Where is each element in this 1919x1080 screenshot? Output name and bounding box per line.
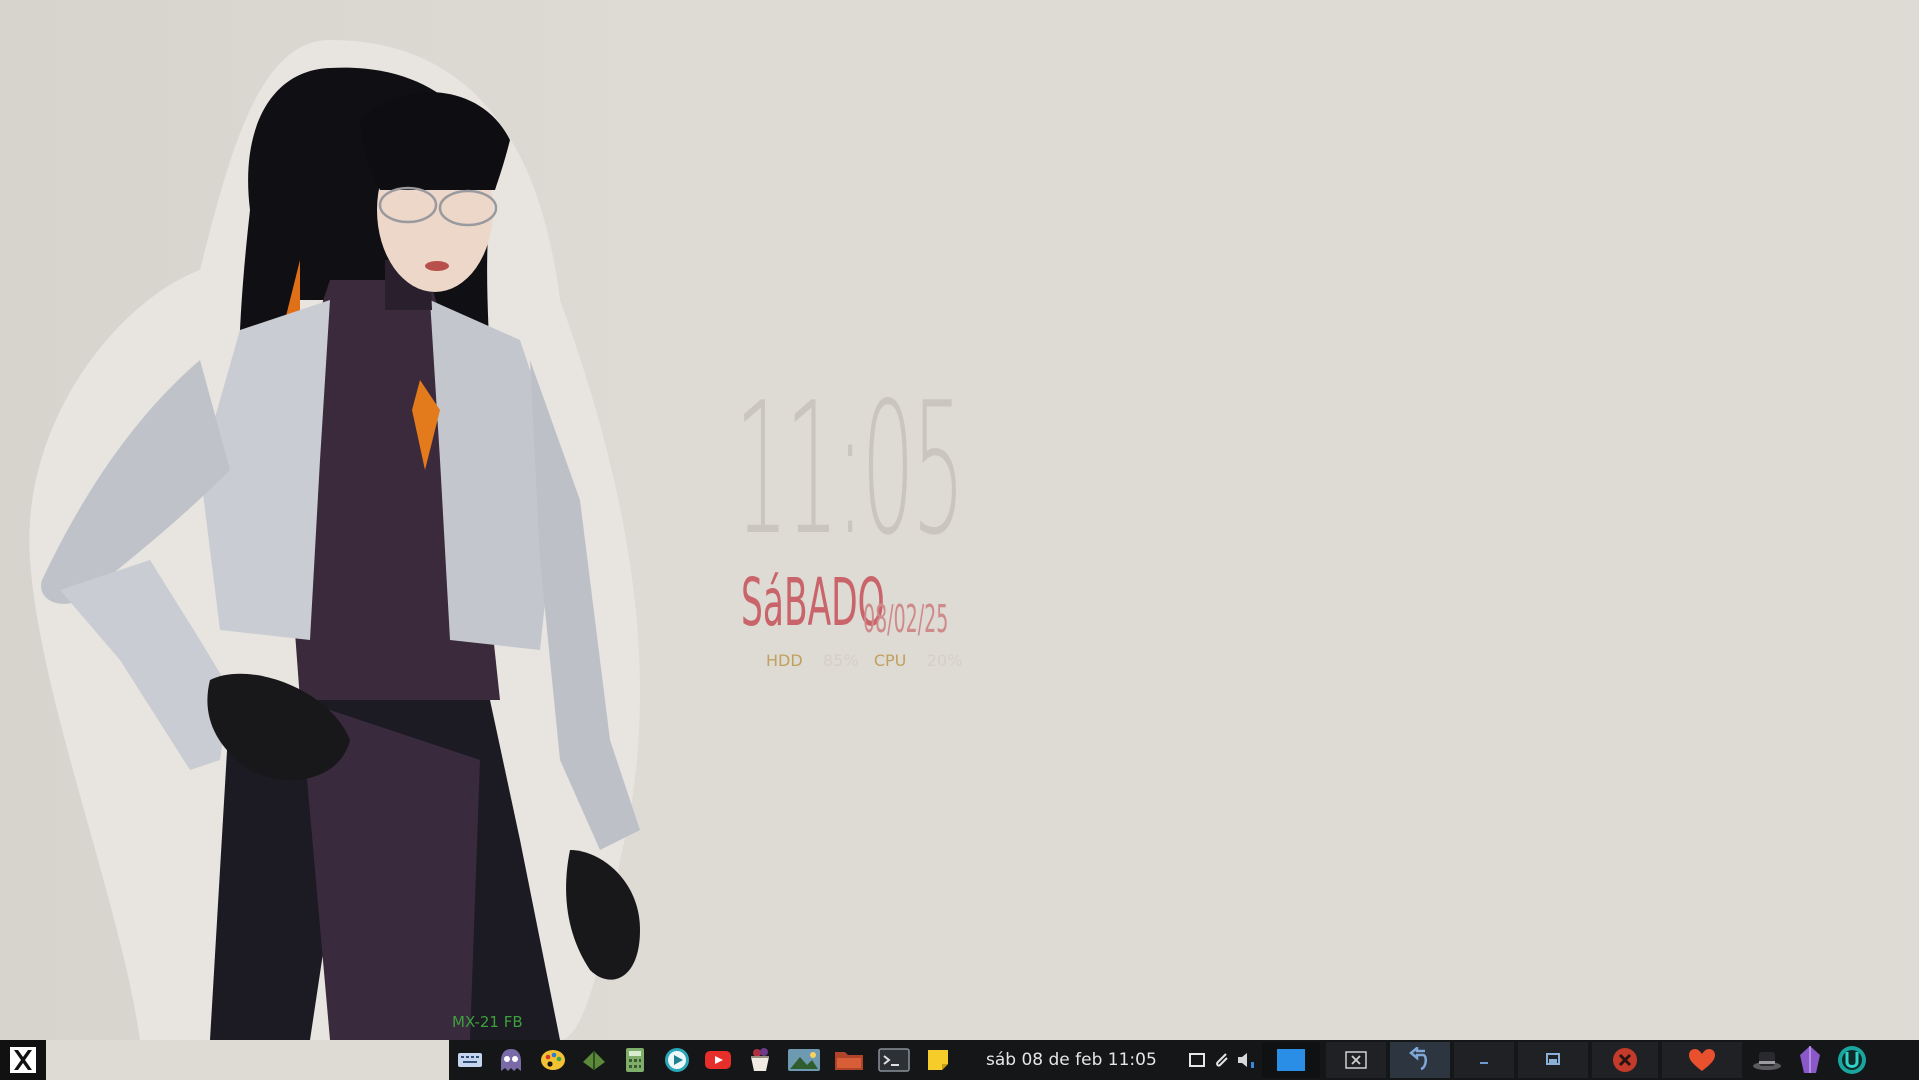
window-button-2[interactable]	[1326, 1042, 1386, 1078]
power-icon	[1838, 1046, 1866, 1074]
window-button-1[interactable]	[1262, 1042, 1320, 1078]
window-button-9[interactable]	[1792, 1042, 1828, 1078]
ghost-icon[interactable]	[496, 1046, 526, 1074]
undo-icon	[1409, 1047, 1427, 1071]
wallpaper-character-illustration	[29, 40, 640, 1040]
sticky-note-icon[interactable]	[923, 1046, 953, 1074]
red-x-icon	[1613, 1048, 1637, 1072]
hdd-label: HDD	[766, 651, 803, 670]
heart-icon	[1689, 1049, 1715, 1071]
window-button-4[interactable]	[1454, 1042, 1514, 1078]
calculator-icon[interactable]	[620, 1046, 650, 1074]
close-window-icon	[1345, 1051, 1367, 1069]
window-button-3[interactable]	[1390, 1042, 1450, 1078]
basket-icon[interactable]	[745, 1046, 775, 1074]
youtube-icon[interactable]	[703, 1046, 733, 1074]
leaf-icon[interactable]	[579, 1046, 609, 1074]
taskbar: sáb 08 de feb 11:05	[0, 1040, 1919, 1080]
x-logo-icon	[10, 1047, 36, 1073]
window-button-10[interactable]	[1832, 1042, 1872, 1078]
palette-icon[interactable]	[538, 1046, 568, 1074]
hdd-value: 85%	[823, 651, 859, 670]
minimize-icon	[1480, 1062, 1488, 1064]
widget-time: 11:05	[735, 363, 965, 575]
folder-icon[interactable]	[832, 1046, 866, 1074]
restore-icon	[1546, 1053, 1560, 1065]
widget-date: 08/02/25	[863, 597, 949, 641]
window-button-7[interactable]	[1662, 1042, 1742, 1078]
crystal-icon	[1800, 1046, 1820, 1073]
blue-square-icon	[1277, 1049, 1305, 1071]
panel-clock[interactable]: sáb 08 de feb 11:05	[986, 1040, 1157, 1080]
image-viewer-icon[interactable]	[786, 1046, 822, 1074]
window-icon[interactable]	[1185, 1048, 1209, 1072]
volume-icon[interactable]	[1234, 1048, 1258, 1072]
keyboard-icon[interactable]	[455, 1046, 485, 1074]
cpu-label: CPU	[873, 651, 907, 670]
window-button-6[interactable]	[1592, 1042, 1658, 1078]
start-menu-button[interactable]	[0, 1040, 46, 1080]
cpu-value: 20%	[926, 651, 963, 670]
hat-icon	[1753, 1052, 1781, 1070]
widget-system-stats: HDD 85% CPU 20%	[766, 651, 962, 670]
window-button-8[interactable]	[1746, 1042, 1788, 1078]
play-circle-icon[interactable]	[662, 1046, 692, 1074]
terminal-icon[interactable]	[877, 1046, 911, 1074]
window-button-5[interactable]	[1518, 1042, 1588, 1078]
panel: sáb 08 de feb 11:05	[449, 1040, 1919, 1080]
hostname-label: MX-21 FB	[452, 1013, 523, 1031]
paperclip-icon[interactable]	[1210, 1048, 1234, 1072]
